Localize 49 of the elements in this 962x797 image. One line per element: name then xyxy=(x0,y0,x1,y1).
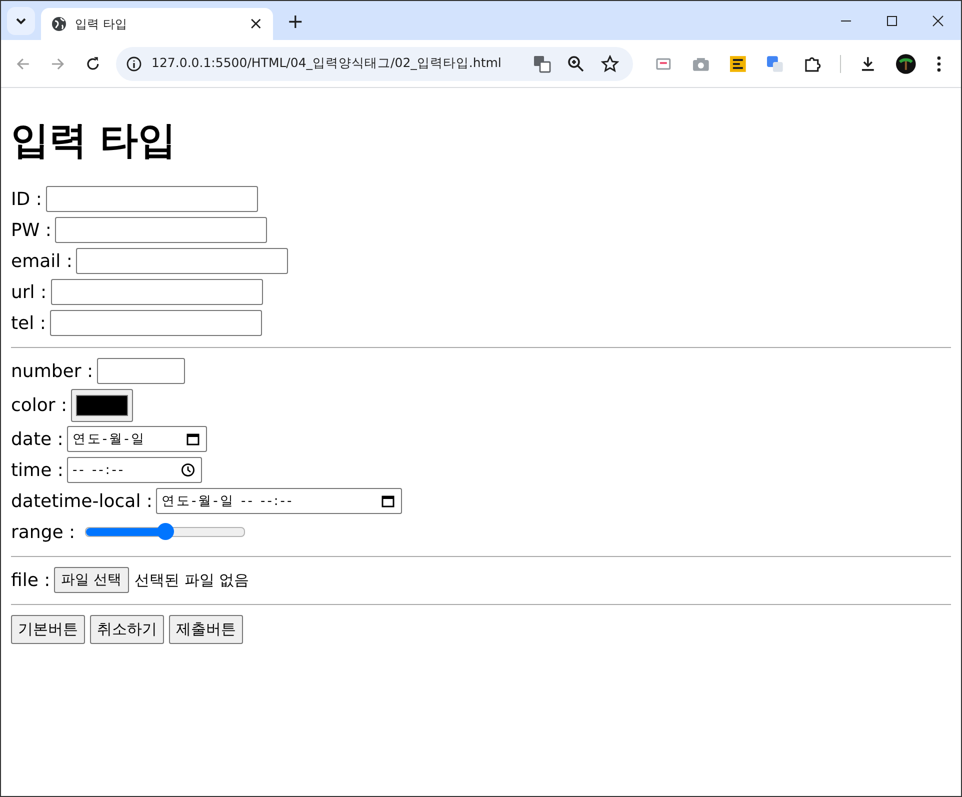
profile-avatar[interactable] xyxy=(895,52,918,74)
form-button[interactable]: 기본버튼 xyxy=(11,614,85,644)
text-field[interactable] xyxy=(46,186,258,212)
address-bar[interactable]: 127.0.0.1:5500/HTML/04_입력양식태그/02_입력타입.html xyxy=(116,46,634,80)
field-label: url : xyxy=(11,282,47,303)
file-status: 선택된 파일 없음 xyxy=(134,570,250,590)
zoom-icon[interactable] xyxy=(567,54,586,72)
menu-icon[interactable] xyxy=(936,54,942,72)
globe-icon xyxy=(51,16,67,32)
clock-icon[interactable] xyxy=(181,463,196,478)
notes-icon[interactable] xyxy=(729,54,747,72)
forward-icon[interactable] xyxy=(50,56,66,72)
field-label: tel : xyxy=(11,312,46,334)
page-heading: 입력 타입 xyxy=(11,118,178,164)
field-label: email : xyxy=(11,250,72,272)
calendar-icon[interactable] xyxy=(381,494,396,508)
browser-tab[interactable]: 입력 타입 × xyxy=(41,8,273,40)
form-button[interactable]: 취소하기 xyxy=(90,614,164,644)
puzzle-icon[interactable] xyxy=(802,54,821,72)
field-label: number : xyxy=(11,360,94,382)
field-label: datetime-local : xyxy=(11,490,152,512)
text-field[interactable] xyxy=(50,310,262,336)
form-button[interactable]: 제출버튼 xyxy=(169,614,243,644)
reload-icon[interactable] xyxy=(84,56,101,72)
info-icon[interactable] xyxy=(126,56,142,72)
text-field[interactable] xyxy=(50,279,263,306)
field-label: ID : xyxy=(11,188,42,210)
url-text: 127.0.0.1:5500/HTML/04_입력양식태그/02_입력타입.html xyxy=(152,55,502,72)
number-field[interactable] xyxy=(97,358,186,384)
field-label: range : xyxy=(11,522,76,543)
field-label: date : xyxy=(11,428,64,450)
new-tab-button[interactable]: + xyxy=(287,8,304,32)
tab-list-button[interactable] xyxy=(7,6,35,34)
field-label: PW : xyxy=(11,220,52,241)
star-icon[interactable] xyxy=(601,54,620,72)
text-field[interactable] xyxy=(76,248,288,274)
time-field[interactable]: -- --:-- xyxy=(67,457,202,484)
back-icon[interactable] xyxy=(15,56,31,72)
color-picker[interactable] xyxy=(71,388,134,422)
choose-file-button[interactable]: 파일 선택 xyxy=(54,567,129,594)
field-label: color : xyxy=(11,394,68,416)
field-label: file : xyxy=(11,570,50,591)
close-tab-button[interactable]: × xyxy=(248,14,263,34)
tab-title: 입력 타입 xyxy=(75,16,128,32)
text-field[interactable] xyxy=(55,217,268,244)
field-label: time : xyxy=(11,460,64,481)
date-field[interactable]: 연도-월-일 xyxy=(67,426,208,452)
date-field[interactable]: 연도-월-일 -- --:-- xyxy=(156,488,402,514)
calendar-icon[interactable] xyxy=(186,432,200,446)
